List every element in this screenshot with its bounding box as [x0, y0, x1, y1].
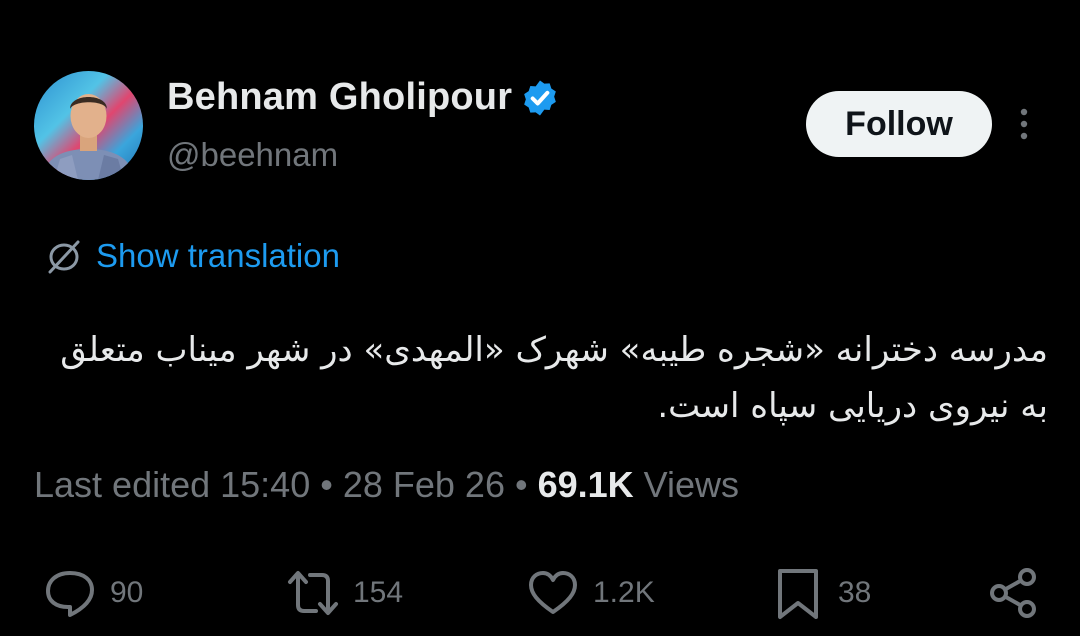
author-handle[interactable]: @beehnam — [167, 136, 338, 174]
like-button[interactable]: 1.2K — [525, 565, 655, 621]
author-name[interactable]: Behnam Gholipour — [167, 76, 512, 119]
more-icon[interactable] — [1014, 106, 1034, 146]
tweet-date[interactable]: 28 Feb 26 — [343, 464, 505, 506]
reply-icon — [46, 571, 94, 617]
repost-icon — [288, 571, 338, 615]
author-name-row: Behnam Gholipour — [167, 76, 560, 119]
reply-button[interactable]: 90 — [42, 565, 143, 621]
verified-badge-icon[interactable] — [520, 78, 560, 118]
bookmark-button[interactable]: 38 — [770, 565, 871, 621]
tweet-text: مدرسه دخترانه «شجره طیبه» شهرک «المهدی» … — [60, 330, 1048, 426]
views-count: 69.1K — [537, 464, 634, 505]
share-icon — [990, 568, 1036, 618]
bookmark-count: 38 — [838, 576, 872, 609]
bookmark-icon — [778, 569, 818, 619]
meta-separator: • — [320, 464, 333, 505]
author-avatar[interactable] — [34, 71, 143, 180]
show-translation-label: Show translation — [96, 237, 340, 274]
reply-count: 90 — [110, 576, 144, 609]
follow-button[interactable]: Follow — [806, 91, 992, 157]
share-button[interactable] — [985, 565, 1041, 621]
meta-separator: • — [514, 464, 528, 505]
like-count: 1.2K — [593, 576, 655, 609]
show-translation-link[interactable]: Show translation — [44, 236, 340, 276]
views-label: Views — [643, 464, 740, 505]
tweet-meta: Last edited 15:40 • 28 Feb 26 • 69.1K Vi… — [34, 464, 739, 506]
like-icon — [529, 571, 577, 614]
repost-button[interactable]: 154 — [285, 565, 403, 621]
last-edited-timestamp[interactable]: Last edited 15:40 — [34, 464, 310, 506]
translate-icon — [48, 240, 80, 274]
repost-count: 154 — [353, 576, 404, 609]
